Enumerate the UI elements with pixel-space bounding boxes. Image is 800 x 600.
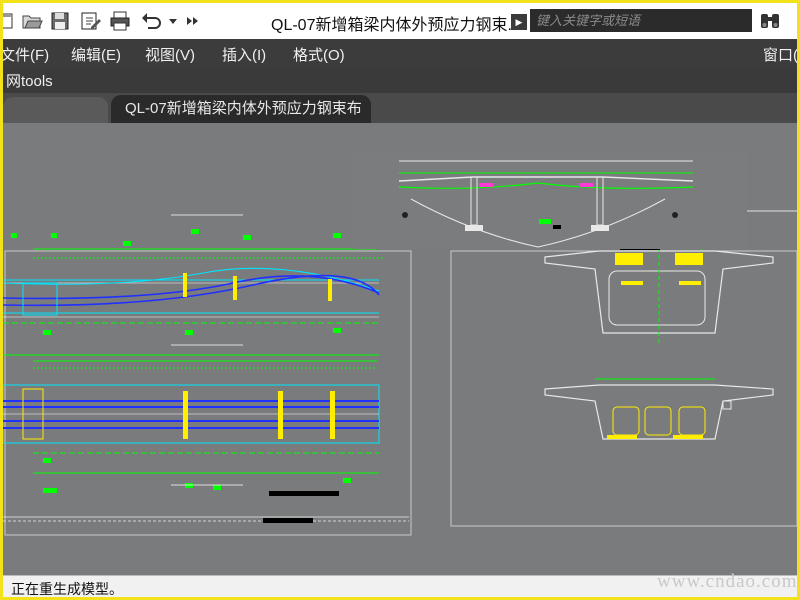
more-icon[interactable] bbox=[185, 10, 201, 32]
print-icon[interactable] bbox=[109, 10, 131, 32]
title-expand-icon[interactable]: ▶ bbox=[511, 14, 527, 30]
tendon-plan-upper bbox=[3, 248, 383, 356]
bridge-elevation-overlay bbox=[353, 151, 747, 249]
open-icon[interactable] bbox=[21, 10, 43, 32]
drawing-canvas[interactable] bbox=[3, 123, 797, 575]
right-sheet-border bbox=[450, 250, 797, 527]
undo-icon[interactable] bbox=[140, 10, 162, 32]
save-icon[interactable] bbox=[49, 10, 71, 32]
menu-view[interactable]: 视图(V) bbox=[145, 44, 195, 65]
autocad-window: QL-07新增箱梁内体外预应力钢束... ▶ 键入关键字或短语 文件(F) 编辑… bbox=[3, 3, 797, 597]
tendon-plan-lower bbox=[3, 360, 380, 474]
ribbon-bar: 网tools bbox=[3, 67, 797, 93]
menu-file[interactable]: 文件(F) bbox=[3, 44, 49, 65]
status-text: 正在重生成模型。 bbox=[11, 581, 123, 597]
menu-insert[interactable]: 插入(I) bbox=[222, 44, 266, 65]
saveas-icon[interactable] bbox=[79, 10, 101, 32]
menu-bar: 文件(F) 编辑(E) 视图(V) 插入(I) 格式(O) 窗口( bbox=[3, 39, 797, 67]
binoculars-icon[interactable] bbox=[759, 11, 781, 31]
menu-edit[interactable]: 编辑(E) bbox=[71, 44, 121, 65]
file-tab-previous[interactable] bbox=[3, 97, 108, 123]
title-bar: QL-07新增箱梁内体外预应力钢束... ▶ 键入关键字或短语 bbox=[3, 3, 797, 40]
dropdown-icon[interactable] bbox=[166, 10, 180, 32]
box-girder-section-1 bbox=[544, 241, 774, 343]
search-input[interactable]: 键入关键字或短语 bbox=[530, 9, 752, 32]
watermark: www.cndao.com bbox=[657, 571, 797, 592]
file-tab-active[interactable]: QL-07新增箱梁内体外预应力钢束布 bbox=[111, 95, 371, 123]
window-title: QL-07新增箱梁内体外预应力钢束... bbox=[271, 17, 521, 34]
file-tab-bar: QL-07新增箱梁内体外预应力钢束布 bbox=[3, 93, 797, 123]
app-menu-icon[interactable] bbox=[3, 10, 17, 32]
label-bar bbox=[269, 491, 339, 496]
ribbon-tab-tools[interactable]: 网tools bbox=[6, 70, 53, 91]
menu-window[interactable]: 窗口( bbox=[763, 44, 797, 65]
menu-format[interactable]: 格式(O) bbox=[293, 44, 345, 65]
bridge-elevation bbox=[398, 160, 694, 248]
box-girder-section-2 bbox=[544, 378, 774, 440]
